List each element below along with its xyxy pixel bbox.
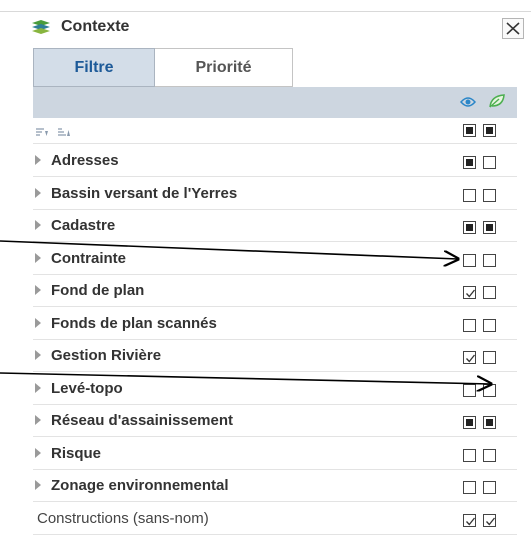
style-checkbox[interactable] [483, 253, 496, 267]
expand-caret-icon[interactable] [35, 447, 41, 458]
style-checkbox[interactable] [483, 513, 496, 527]
layer-label: Adresses [51, 152, 119, 169]
layer-label: Réseau d'assainissement [51, 412, 233, 429]
layer-label: Fonds de plan scannés [51, 314, 217, 332]
sort-descending-icon[interactable] [35, 125, 49, 143]
expand-caret-icon[interactable] [35, 350, 41, 360]
layer-row[interactable]: Fonds de plan scannés [33, 308, 517, 340]
visibility-checkbox[interactable] [463, 416, 476, 429]
select-all-visibility-checkbox[interactable] [463, 124, 476, 137]
layer-label: Bassin versant de l'Yerres [51, 184, 238, 202]
layer-row[interactable]: Réseau d'assainissement [33, 405, 517, 437]
layer-label: Levé-topo [51, 379, 123, 397]
layer-label: Constructions (sans-nom) [37, 509, 209, 527]
expand-caret-icon[interactable] [35, 220, 41, 230]
column-header-bar [33, 87, 517, 118]
visibility-checkbox[interactable] [463, 188, 476, 202]
expand-caret-icon[interactable] [35, 480, 41, 490]
expand-caret-icon[interactable] [35, 317, 41, 328]
select-all-style-checkbox[interactable] [483, 124, 496, 137]
panel-header: Contexte [29, 14, 529, 44]
layer-label: Fond de plan [51, 282, 145, 299]
style-checkbox[interactable] [483, 318, 496, 332]
style-checkbox[interactable] [483, 383, 496, 397]
layer-label: Zonage environnemental [51, 477, 229, 494]
close-icon [506, 22, 520, 35]
style-checkbox[interactable] [483, 156, 496, 169]
layer-label: Risque [51, 444, 102, 462]
layer-row[interactable]: Cadastre [33, 210, 517, 242]
style-checkbox[interactable] [483, 221, 496, 234]
visibility-checkbox[interactable] [463, 286, 476, 299]
layer-row[interactable]: Risque [33, 438, 517, 470]
layer-label: Cadastre [51, 217, 116, 234]
sort-ascending-icon[interactable] [57, 125, 71, 143]
expand-caret-icon[interactable] [35, 155, 41, 165]
sort-row [33, 118, 517, 144]
layer-row[interactable]: Bassin versant de l'Yerres [33, 178, 517, 210]
layer-row[interactable]: Fond de plan [33, 275, 517, 307]
visibility-checkbox[interactable] [463, 221, 476, 234]
close-button[interactable] [502, 18, 524, 39]
tab-filtre[interactable]: Filtre [33, 48, 155, 87]
layers-logo-icon [31, 19, 50, 37]
expand-caret-icon[interactable] [35, 187, 41, 198]
layer-row[interactable]: Adresses [33, 145, 517, 177]
panel-title: Contexte [61, 18, 130, 35]
visibility-checkbox[interactable] [463, 448, 476, 462]
style-checkbox[interactable] [483, 481, 496, 494]
style-checkbox[interactable] [483, 416, 496, 429]
leaf-icon[interactable] [488, 93, 506, 114]
tab-priorite[interactable]: Priorité [155, 48, 293, 87]
style-checkbox[interactable] [483, 188, 496, 202]
visibility-checkbox[interactable] [463, 513, 476, 527]
visibility-checkbox[interactable] [463, 351, 476, 364]
layer-row[interactable]: Contrainte [33, 243, 517, 275]
expand-caret-icon[interactable] [35, 415, 41, 425]
visibility-checkbox[interactable] [463, 318, 476, 332]
style-checkbox[interactable] [483, 448, 496, 462]
eye-icon[interactable] [460, 95, 476, 113]
layer-row[interactable]: Constructions (sans-nom) [33, 503, 517, 535]
top-divider [0, 11, 531, 12]
layer-row[interactable]: Levé-topo [33, 373, 517, 405]
visibility-checkbox[interactable] [463, 156, 476, 169]
expand-caret-icon[interactable] [35, 285, 41, 295]
expand-caret-icon[interactable] [35, 252, 41, 263]
layer-label: Gestion Rivière [51, 347, 162, 364]
layer-row[interactable]: Zonage environnemental [33, 470, 517, 502]
style-checkbox[interactable] [483, 286, 496, 299]
visibility-checkbox[interactable] [463, 481, 476, 494]
layer-row[interactable]: Gestion Rivière [33, 340, 517, 372]
expand-caret-icon[interactable] [35, 382, 41, 393]
layer-label: Contrainte [51, 249, 126, 267]
style-checkbox[interactable] [483, 351, 496, 364]
visibility-checkbox[interactable] [463, 253, 476, 267]
visibility-checkbox[interactable] [463, 383, 476, 397]
